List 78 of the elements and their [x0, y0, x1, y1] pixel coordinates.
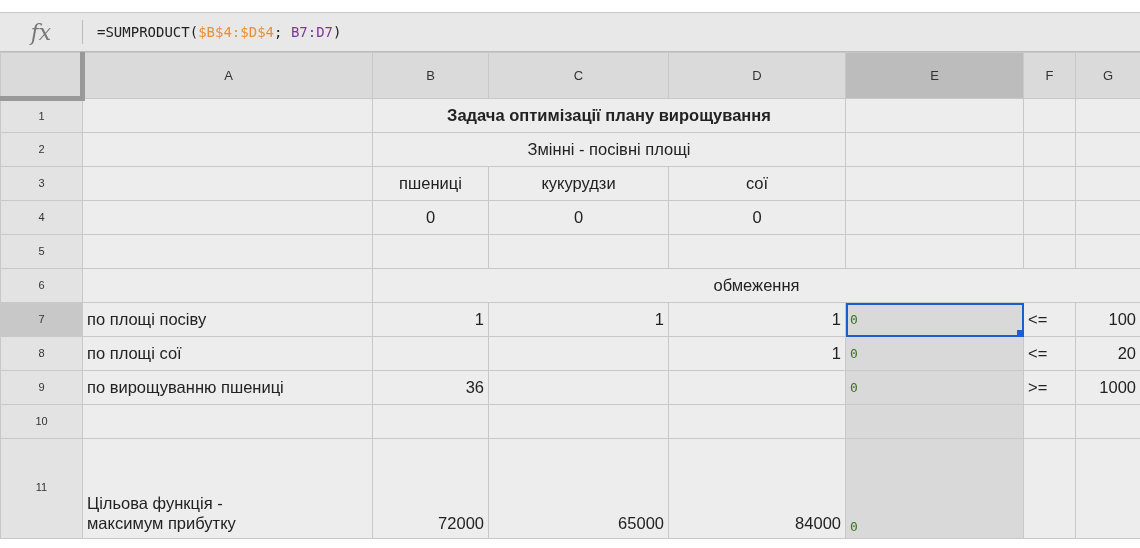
- table-cell[interactable]: [488, 404, 669, 439]
- row-header[interactable]: 7: [0, 302, 83, 337]
- table-cell[interactable]: [82, 268, 373, 303]
- table-cell[interactable]: [1023, 166, 1076, 201]
- table-cell[interactable]: [668, 234, 846, 269]
- table-cell[interactable]: 0: [488, 200, 669, 235]
- table-cell[interactable]: [488, 234, 669, 269]
- table-cell[interactable]: [845, 200, 1024, 235]
- table-cell[interactable]: [845, 166, 1024, 201]
- table-cell[interactable]: <=: [1023, 302, 1076, 337]
- table-cell[interactable]: [1023, 438, 1076, 539]
- table-cell[interactable]: 0: [845, 302, 1024, 337]
- table-cell[interactable]: [845, 404, 1024, 439]
- table-cell[interactable]: [488, 370, 669, 405]
- table-cell[interactable]: [82, 200, 373, 235]
- column-header[interactable]: G: [1075, 52, 1140, 99]
- column-header[interactable]: D: [668, 52, 846, 99]
- table-cell[interactable]: [1023, 200, 1076, 235]
- column-header[interactable]: F: [1023, 52, 1076, 99]
- row-header[interactable]: 4: [0, 200, 83, 235]
- column-header[interactable]: C: [488, 52, 669, 99]
- table-cell[interactable]: 0: [845, 438, 1024, 539]
- row-header[interactable]: 11: [0, 438, 83, 539]
- row-header[interactable]: 10: [0, 404, 83, 439]
- table-cell[interactable]: по площі посіву: [82, 302, 373, 337]
- row-header[interactable]: 9: [0, 370, 83, 405]
- table-cell[interactable]: [488, 336, 669, 371]
- table-cell[interactable]: Цільова функція - максимум прибутку: [82, 438, 373, 539]
- table-cell[interactable]: [1023, 98, 1076, 133]
- table-cell[interactable]: [668, 370, 846, 405]
- column-header[interactable]: B: [372, 52, 489, 99]
- table-cell[interactable]: кукурудзи: [488, 166, 669, 201]
- row-header[interactable]: 2: [0, 132, 83, 167]
- table-cell[interactable]: 36: [372, 370, 489, 405]
- table-cell[interactable]: 0: [845, 336, 1024, 371]
- table-cell[interactable]: 0: [668, 200, 846, 235]
- table-cell[interactable]: [845, 98, 1024, 133]
- table-cell[interactable]: >=: [1023, 370, 1076, 405]
- table-cell[interactable]: [1023, 404, 1076, 439]
- table-cell[interactable]: [82, 98, 373, 133]
- table-cell[interactable]: по вирощуванню пшениці: [82, 370, 373, 405]
- row-header[interactable]: 8: [0, 336, 83, 371]
- table-cell[interactable]: 1: [668, 336, 846, 371]
- table-cell[interactable]: [82, 166, 373, 201]
- table-cell[interactable]: 1: [488, 302, 669, 337]
- row-header[interactable]: 6: [0, 268, 83, 303]
- table-cell[interactable]: [82, 404, 373, 439]
- table-cell[interactable]: [845, 234, 1024, 269]
- table-cell[interactable]: [668, 404, 846, 439]
- row-header[interactable]: 5: [0, 234, 83, 269]
- table-cell[interactable]: пшениці: [372, 166, 489, 201]
- table-cell[interactable]: 65000: [488, 438, 669, 539]
- table-cell[interactable]: 1: [372, 302, 489, 337]
- table-cell[interactable]: [82, 132, 373, 167]
- column-header[interactable]: A: [82, 52, 373, 99]
- table-cell[interactable]: [845, 132, 1024, 167]
- table-cell[interactable]: Змінні - посівні площі: [372, 132, 846, 167]
- function-icon: fx: [0, 15, 82, 49]
- row-header[interactable]: 3: [0, 166, 83, 201]
- select-all-corner[interactable]: [0, 52, 83, 99]
- table-cell[interactable]: 84000: [668, 438, 846, 539]
- table-cell[interactable]: по площі сої: [82, 336, 373, 371]
- table-cell[interactable]: [82, 234, 373, 269]
- table-cell[interactable]: [1023, 234, 1076, 269]
- table-cell[interactable]: [372, 234, 489, 269]
- table-cell[interactable]: 0: [845, 370, 1024, 405]
- table-cell[interactable]: Задача оптимізації плану вирощування: [372, 98, 846, 133]
- formula-input[interactable]: =SUMPRODUCT($B$4:$D$4; B7:D7): [83, 21, 342, 43]
- column-header[interactable]: E: [845, 52, 1024, 99]
- table-cell[interactable]: <=: [1023, 336, 1076, 371]
- table-cell[interactable]: [372, 336, 489, 371]
- table-cell[interactable]: 1: [668, 302, 846, 337]
- table-cell[interactable]: [372, 404, 489, 439]
- table-cell[interactable]: [1023, 132, 1076, 167]
- table-cell[interactable]: 72000: [372, 438, 489, 539]
- table-cell[interactable]: сої: [668, 166, 846, 201]
- table-cell[interactable]: 0: [372, 200, 489, 235]
- fill-handle[interactable]: [1017, 330, 1023, 336]
